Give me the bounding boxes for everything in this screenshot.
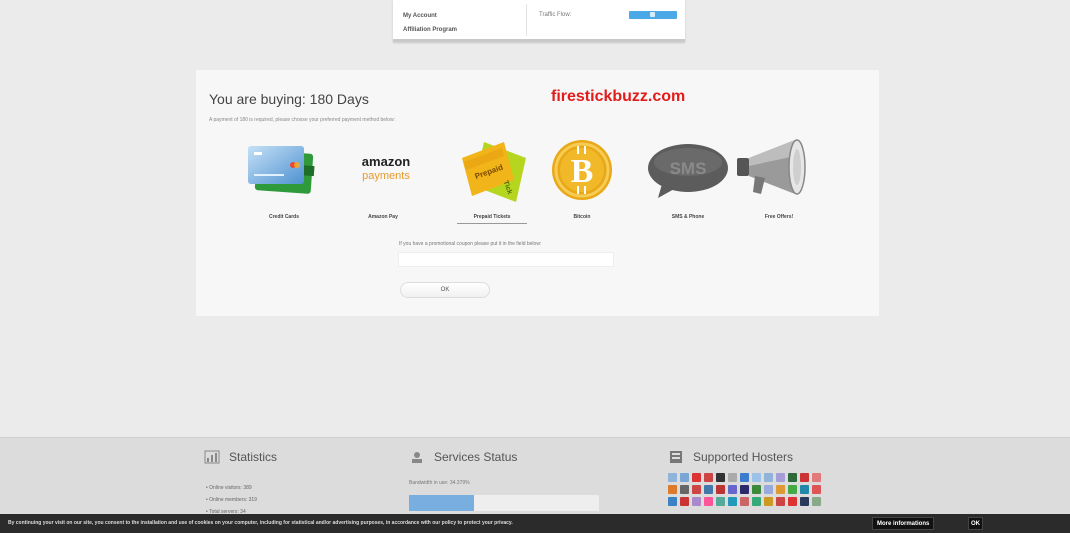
hoster-icon[interactable] xyxy=(764,485,773,494)
statistics-heading: Statistics xyxy=(229,450,278,464)
hoster-icon[interactable] xyxy=(692,473,701,482)
megaphone-icon xyxy=(737,139,806,195)
hoster-icon[interactable] xyxy=(704,485,713,494)
statistics-section: Statistics Online visitors: 389 Online m… xyxy=(204,450,277,518)
menu-item-my-account[interactable]: My Account xyxy=(403,9,457,23)
stat-online-members: Online members: 319 xyxy=(206,494,277,506)
hoster-icon[interactable] xyxy=(680,473,689,482)
amazon-payments-logo: amazon payments xyxy=(335,136,431,206)
traffic-flow-bar xyxy=(629,11,677,19)
supported-hosters-heading: Supported Hosters xyxy=(693,450,794,464)
bandwidth-text: Bandwidth in use: 34.379% xyxy=(409,480,470,486)
watermark-brand: firestickbuzz.com xyxy=(551,88,686,105)
hoster-icon[interactable] xyxy=(740,497,749,506)
hoster-icons-grid xyxy=(668,473,821,506)
hoster-icon[interactable] xyxy=(776,497,785,506)
hoster-icon[interactable] xyxy=(692,485,701,494)
svg-text:B: B xyxy=(571,153,594,190)
services-status-icon xyxy=(412,452,422,463)
payment-method-label: Amazon Pay xyxy=(368,214,398,220)
statistics-list: Online visitors: 389 Online members: 319… xyxy=(206,482,277,518)
hoster-icon[interactable] xyxy=(728,473,737,482)
bandwidth-progress xyxy=(409,495,599,511)
hoster-icon[interactable] xyxy=(668,497,677,506)
hoster-icon[interactable] xyxy=(776,485,785,494)
payment-method-sms-phone[interactable]: SMS SMS & Phone xyxy=(640,136,736,224)
hoster-icon[interactable] xyxy=(812,497,821,506)
hoster-icon[interactable] xyxy=(740,473,749,482)
hoster-icon[interactable] xyxy=(716,473,725,482)
hoster-icon[interactable] xyxy=(716,485,725,494)
payment-method-label: Credit Cards xyxy=(268,214,299,220)
hoster-icon[interactable] xyxy=(812,485,821,494)
hosters-icon xyxy=(670,451,682,463)
hoster-icon[interactable] xyxy=(668,485,677,494)
page-title: You are buying: 180 Days xyxy=(209,91,369,107)
hoster-icon[interactable] xyxy=(668,473,677,482)
payment-method-credit-cards[interactable]: Credit Cards xyxy=(236,136,332,224)
hoster-icon[interactable] xyxy=(752,485,761,494)
payment-method-free-offers[interactable]: Free Offers! xyxy=(731,136,827,224)
supported-hosters-section: Supported Hosters xyxy=(668,450,821,506)
bitcoin-icon: B xyxy=(552,140,612,200)
services-status-heading: Services Status xyxy=(434,450,518,464)
prepaid-ticket-icon: Prepaid Tick xyxy=(462,142,526,202)
hoster-icon[interactable] xyxy=(812,473,821,482)
hoster-icon[interactable] xyxy=(704,473,713,482)
hoster-icon[interactable] xyxy=(716,497,725,506)
services-status-section: Services Status Bandwidth in use: 34.379… xyxy=(409,450,599,511)
hoster-icon[interactable] xyxy=(740,485,749,494)
hoster-icon[interactable] xyxy=(800,473,809,482)
promo-ok-button[interactable]: OK xyxy=(400,282,490,298)
cookie-message: By continuing your visit on our site, yo… xyxy=(8,520,513,526)
bandwidth-progress-fill xyxy=(409,495,475,511)
payment-method-amazon-pay[interactable]: amazon payments Amazon Pay xyxy=(335,136,431,224)
payment-method-label: Bitcoin xyxy=(573,214,591,220)
hoster-icon[interactable] xyxy=(788,485,797,494)
hoster-icon[interactable] xyxy=(800,485,809,494)
statistics-icon xyxy=(204,450,220,464)
cookie-consent-bar: By continuing your visit on our site, yo… xyxy=(0,514,1070,533)
hoster-icon[interactable] xyxy=(680,485,689,494)
hoster-icon[interactable] xyxy=(752,473,761,482)
account-dropdown: My Account Affiliation Program Traffic F… xyxy=(393,0,685,42)
sms-bubble-text: SMS xyxy=(670,159,707,178)
stat-online-visitors: Online visitors: 389 xyxy=(206,482,277,494)
hoster-icon[interactable] xyxy=(728,497,737,506)
hoster-icon[interactable] xyxy=(788,473,797,482)
account-menu-list: My Account Affiliation Program xyxy=(403,9,457,37)
amazon-wordmark: amazon xyxy=(361,154,411,169)
promo-code-input[interactable] xyxy=(398,252,614,267)
payment-method-bitcoin[interactable]: B Bitcoin xyxy=(534,136,630,224)
hoster-icon[interactable] xyxy=(680,497,689,506)
payment-method-prepaid-tickets[interactable]: Prepaid Tick Prepaid Tickets xyxy=(444,136,540,224)
menu-item-affiliation[interactable]: Affiliation Program xyxy=(403,23,457,37)
hoster-icon[interactable] xyxy=(764,473,773,482)
promo-instructions: If you have a promotional coupon please … xyxy=(399,241,542,247)
sms-bubble-icon: SMS xyxy=(648,144,728,198)
payment-method-label: SMS & Phone xyxy=(671,214,705,220)
hoster-icon[interactable] xyxy=(788,497,797,506)
cookie-ok-button[interactable]: OK xyxy=(968,517,983,530)
traffic-flow-label: Traffic Flow: xyxy=(539,12,572,18)
hoster-icon[interactable] xyxy=(800,497,809,506)
hoster-icon[interactable] xyxy=(776,473,785,482)
menu-divider xyxy=(526,4,527,36)
payment-method-label: Prepaid Tickets xyxy=(444,214,540,224)
hoster-icon[interactable] xyxy=(704,497,713,506)
payment-instructions: A payment of 180 is required, please cho… xyxy=(209,117,395,123)
hoster-icon[interactable] xyxy=(752,497,761,506)
purchase-panel: You are buying: 180 Days firestickbuzz.c… xyxy=(196,70,879,316)
payment-methods: Credit Cards amazon payments Amazon Pay … xyxy=(236,136,846,226)
payments-wordmark: payments xyxy=(362,170,410,182)
hoster-icon[interactable] xyxy=(692,497,701,506)
credit-card-icon xyxy=(248,146,315,194)
hoster-icon[interactable] xyxy=(764,497,773,506)
hoster-icon[interactable] xyxy=(728,485,737,494)
payment-method-label: Free Offers! xyxy=(764,214,794,220)
cookie-more-info-button[interactable]: More informations xyxy=(872,517,935,530)
